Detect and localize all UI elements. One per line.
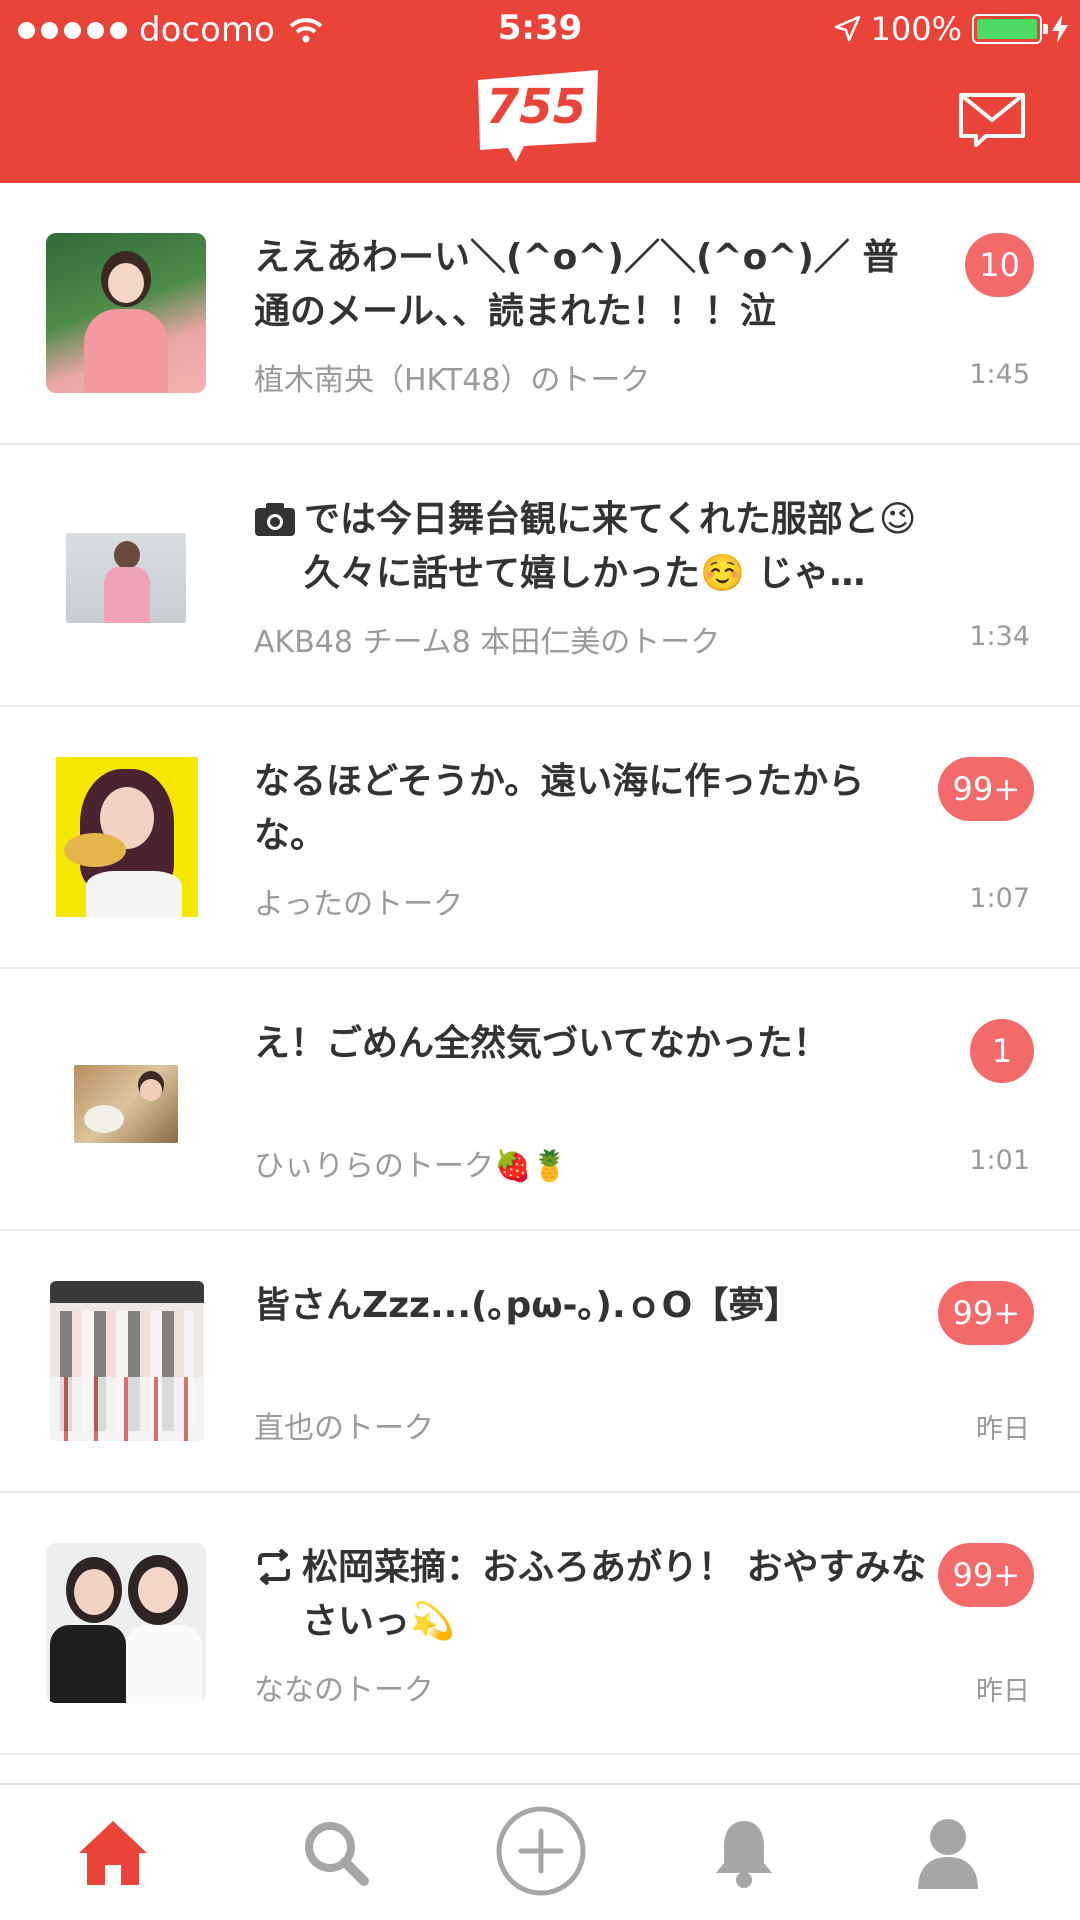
talk-subtitle: ひぃりらのトーク🍓🍍	[254, 1149, 569, 1184]
tab-home[interactable]	[73, 1813, 153, 1893]
tab-notifications[interactable]	[704, 1813, 784, 1893]
talk-avatar	[74, 1065, 178, 1143]
talk-time: 昨日	[976, 1676, 1030, 1707]
bell-icon	[716, 1821, 772, 1888]
battery-percent: 100%	[870, 10, 962, 48]
talk-row[interactable]: え！ごめん全然気づいてなかった！ 1 ひぃりらのトーク🍓🍍 1:01	[0, 969, 1080, 1231]
talk-row[interactable]: 松岡菜摘：おふろあがり！ おやすみなさいっ💫 99+ ななのトーク 昨日	[0, 1493, 1080, 1755]
talk-subtitle: 直也のトーク	[254, 1411, 434, 1446]
talk-list: ええあわーい＼(^o^)／＼(^o^)／ 普通のメール、、読まれた！！！泣 10…	[0, 183, 1080, 1783]
unread-badge: 99+	[938, 1543, 1034, 1607]
repost-icon	[258, 1549, 290, 1585]
talk-title-wrap: 松岡菜摘：おふろあがり！ おやすみなさいっ💫	[254, 1541, 934, 1649]
messages-button[interactable]	[958, 92, 1026, 148]
talk-subtitle: ななのトーク	[254, 1673, 434, 1708]
talk-avatar	[56, 757, 198, 917]
app-logo[interactable]: 755	[476, 70, 602, 166]
talk-title: 皆さんZzz...(｡pω-｡).ｏO【夢】	[254, 1285, 801, 1326]
unread-badge: 1	[970, 1019, 1034, 1083]
battery-icon	[972, 14, 1048, 44]
tab-post[interactable]	[495, 1805, 587, 1897]
tab-bar	[0, 1783, 1080, 1920]
battery-fill	[977, 19, 1037, 39]
search-icon	[305, 1822, 369, 1886]
plus-circle-icon	[496, 1806, 586, 1896]
talk-title: では今日舞台観に来てくれた服部と😉 久々に話せて嬉しかった☺️ じゃ…	[304, 499, 917, 594]
talk-title: なるほどそうか。遠い海に作ったからな。	[254, 761, 865, 856]
location-arrow-icon	[834, 15, 860, 42]
talk-avatar	[66, 533, 186, 623]
talk-row[interactable]: ええあわーい＼(^o^)／＼(^o^)／ 普通のメール、、読まれた！！！泣 10…	[0, 183, 1080, 445]
mail-icon	[959, 93, 1025, 147]
talk-subtitle: AKB48 チーム8 本田仁美のトーク	[254, 625, 721, 660]
talk-row[interactable]: では今日舞台観に来てくれた服部と😉 久々に話せて嬉しかった☺️ じゃ… AKB4…	[0, 445, 1080, 707]
talk-time: 1:07	[969, 883, 1030, 914]
talk-row[interactable]: なるほどそうか。遠い海に作ったからな。 99+ よったのトーク 1:07	[0, 707, 1080, 969]
talk-time: 1:01	[969, 1145, 1030, 1176]
talk-title: ええあわーい＼(^o^)／＼(^o^)／ 普通のメール、、読まれた！！！泣	[254, 237, 899, 332]
talk-avatar	[46, 233, 206, 393]
talk-subtitle: 植木南央（HKT48）のトーク	[254, 363, 651, 398]
talk-time: 1:45	[969, 359, 1030, 390]
status-right: 100%	[833, 10, 1068, 48]
tab-search[interactable]	[296, 1813, 376, 1893]
talk-title-wrap: では今日舞台観に来てくれた服部と😉 久々に話せて嬉しかった☺️ じゃ…	[254, 493, 934, 601]
tab-profile[interactable]	[908, 1813, 988, 1893]
talk-time: 1:34	[969, 621, 1030, 652]
app-header: docomo 5:39 100% 755	[0, 0, 1080, 183]
home-icon	[79, 1821, 147, 1885]
logo-text: 755	[485, 79, 587, 135]
talk-avatar	[46, 1543, 206, 1703]
camera-icon	[255, 503, 295, 536]
person-icon	[918, 1819, 978, 1889]
charging-bolt-icon	[1052, 15, 1068, 43]
talk-time: 昨日	[976, 1414, 1030, 1445]
unread-badge: 99+	[938, 1281, 1034, 1345]
unread-badge: 99+	[938, 757, 1034, 821]
talk-title: え！ごめん全然気づいてなかった！	[254, 1023, 829, 1064]
talk-row[interactable]: 皆さんZzz...(｡pω-｡).ｏO【夢】 99+ 直也のトーク 昨日	[0, 1231, 1080, 1493]
talk-avatar	[50, 1281, 204, 1441]
unread-badge: 10	[965, 233, 1034, 297]
talk-subtitle: よったのトーク	[254, 887, 464, 922]
status-bar: docomo 5:39 100%	[0, 0, 1080, 58]
talk-title: 松岡菜摘：おふろあがり！ おやすみなさいっ💫	[302, 1547, 927, 1642]
